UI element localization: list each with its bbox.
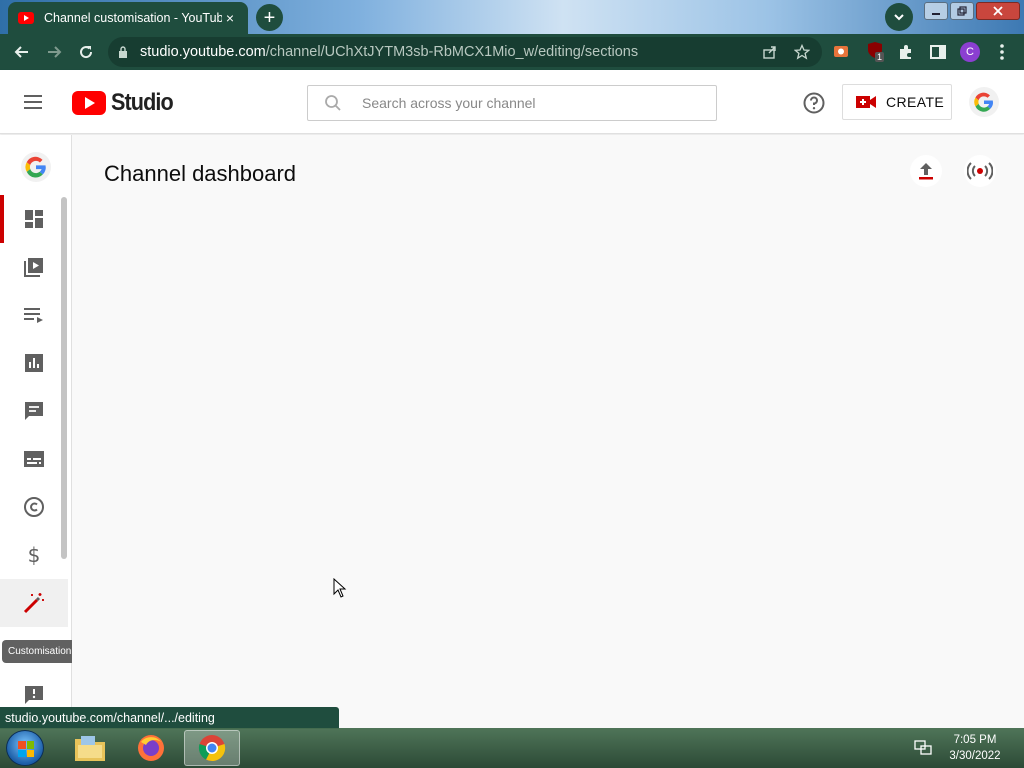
side-panel-icon[interactable] [929, 43, 947, 66]
upload-button[interactable] [910, 155, 942, 187]
windows-taskbar: 7:05 PM 3/30/2022 [0, 728, 1024, 768]
minimize-icon [932, 13, 940, 15]
go-live-button[interactable] [964, 155, 996, 187]
start-button[interactable] [6, 730, 44, 766]
arrow-left-icon [14, 46, 28, 58]
studio-logo-text: Studio [111, 89, 174, 116]
back-button[interactable] [6, 36, 38, 68]
arrow-right-icon [48, 46, 62, 58]
mouse-cursor-icon [333, 577, 347, 604]
studio-header: Studio Search across your channel CREATE [0, 70, 1024, 134]
copyright-icon [24, 497, 44, 517]
comment-icon [25, 402, 43, 420]
forward-button[interactable] [38, 36, 70, 68]
chrome-menu-icon[interactable] [995, 43, 1009, 66]
sidebar-item-content[interactable] [0, 243, 68, 291]
sidebar-item-playlists[interactable] [0, 291, 68, 339]
dollar-icon: $ [28, 544, 41, 566]
tab-close-icon[interactable]: × [222, 10, 238, 26]
youtube-favicon-icon [18, 12, 34, 24]
screenshot-extension-icon[interactable] [832, 42, 850, 65]
sidebar-item-monetisation[interactable]: $ [0, 531, 68, 579]
search-icon [325, 95, 341, 111]
share-icon[interactable] [762, 44, 778, 60]
help-button[interactable] [802, 91, 826, 120]
restore-icon [957, 6, 967, 16]
bookmark-star-icon[interactable] [794, 44, 810, 60]
google-logo-icon [25, 156, 46, 178]
page-title: Channel dashboard [104, 161, 297, 186]
account-avatar[interactable] [969, 87, 999, 117]
hamburger-menu-icon[interactable] [24, 90, 48, 114]
browser-toolbar: studio.youtube.com/channel/UChXtJYTM3sb-… [0, 34, 1024, 70]
new-tab-button[interactable]: + [256, 4, 283, 31]
chrome-icon [198, 735, 226, 762]
upload-icon [919, 163, 933, 180]
tab-title: Channel customisation - YouTube Studio [44, 11, 222, 25]
search-placeholder: Search across your channel [362, 95, 536, 111]
url-path: /channel/UChXtJYTM3sb-RbMCX1Mio_w/editin… [265, 44, 639, 60]
extension-badge: 1 [875, 52, 885, 62]
sidebar-scrollbar[interactable] [61, 197, 67, 559]
youtube-play-icon [72, 91, 106, 115]
search-input[interactable]: Search across your channel [307, 85, 717, 121]
taskbar-firefox[interactable] [123, 730, 179, 766]
main-content: Channel dashboard [72, 135, 1024, 728]
sidebar-item-subtitles[interactable] [0, 435, 68, 483]
clock-time: 7:05 PM [953, 734, 997, 746]
dashboard-icon [25, 210, 43, 228]
subtitles-icon [24, 451, 44, 467]
window-close-button[interactable] [976, 2, 1020, 20]
customisation-tooltip: Customisation [2, 640, 78, 663]
create-label: CREATE [886, 94, 945, 110]
tab-search-button[interactable] [885, 3, 913, 31]
clock-date: 3/30/2022 [949, 750, 1001, 762]
extensions-puzzle-icon[interactable] [897, 43, 915, 66]
taskbar-file-explorer[interactable] [62, 730, 118, 766]
window-minimize-button[interactable] [924, 2, 948, 20]
address-bar[interactable]: studio.youtube.com/channel/UChXtJYTM3sb-… [108, 37, 822, 67]
google-logo-icon [974, 92, 993, 112]
link-status-bubble: studio.youtube.com/channel/.../editing [0, 707, 339, 729]
magic-wand-icon [23, 593, 44, 614]
sidebar-item-comments[interactable] [0, 387, 68, 435]
profile-avatar[interactable]: C [960, 42, 980, 62]
channel-avatar[interactable] [21, 152, 51, 182]
url-host: studio.youtube.com [140, 44, 266, 60]
studio-logo[interactable]: Studio [72, 89, 180, 117]
analytics-icon [25, 354, 43, 372]
browser-tab[interactable]: Channel customisation - YouTube Studio × [8, 2, 248, 34]
sidebar-item-dashboard[interactable] [0, 195, 68, 243]
window-restore-button[interactable] [950, 2, 974, 20]
live-broadcast-icon [967, 162, 993, 180]
browser-tab-strip: Channel customisation - YouTube Studio ×… [0, 0, 1024, 34]
reload-icon [80, 46, 93, 59]
close-icon [993, 6, 1003, 16]
system-clock[interactable]: 7:05 PM 3/30/2022 [940, 732, 1010, 764]
reload-button[interactable] [70, 36, 102, 68]
svg-text:$: $ [28, 544, 41, 566]
ublock-extension-icon[interactable]: 1 [866, 41, 888, 63]
folder-icon [75, 736, 105, 761]
lock-icon [119, 46, 127, 58]
windows-logo-icon [18, 741, 34, 757]
sidebar-item-customisation[interactable] [0, 579, 68, 627]
feedback-icon [25, 686, 43, 704]
firefox-icon [138, 735, 164, 761]
sidebar-item-analytics[interactable] [0, 339, 68, 387]
video-library-icon [24, 258, 43, 277]
help-icon [803, 92, 825, 114]
video-camera-icon [856, 96, 876, 108]
sidebar-item-copyright[interactable] [0, 483, 68, 531]
create-button[interactable]: CREATE [842, 84, 952, 120]
playlist-icon [24, 308, 43, 323]
taskbar-chrome[interactable] [184, 730, 240, 766]
chevron-down-icon [894, 14, 904, 21]
network-icon[interactable] [914, 740, 932, 761]
